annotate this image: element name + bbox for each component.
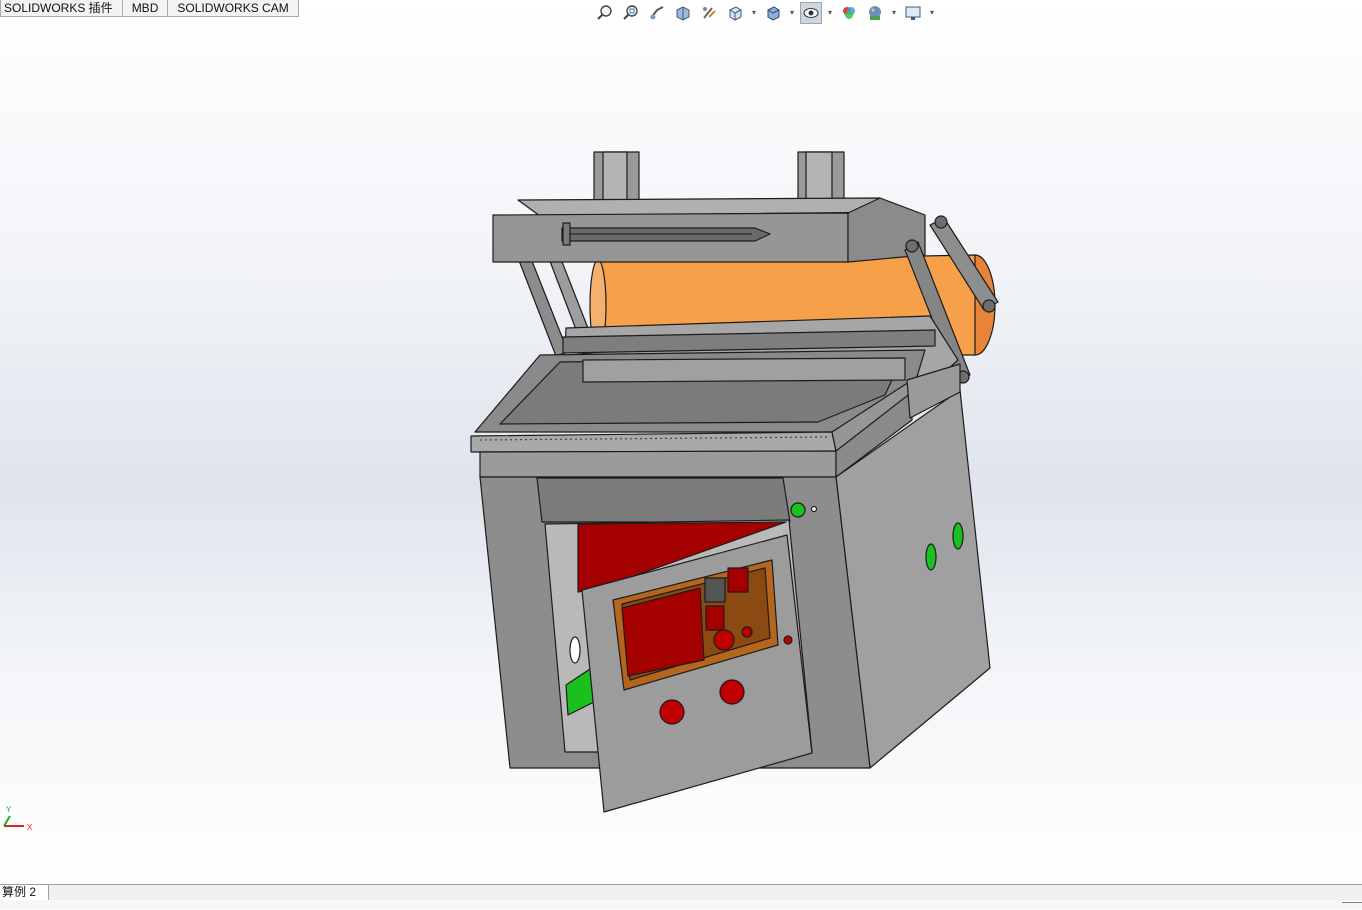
lid-top-assembly <box>492 197 926 263</box>
command-manager-tabs: SOLIDWORKS 插件 MBD SOLIDWORKS CAM <box>0 0 299 18</box>
tab-mbd[interactable]: MBD <box>121 0 169 17</box>
view-settings-icon[interactable] <box>902 2 924 24</box>
coordinate-triad: X Y <box>0 802 40 838</box>
triad-x-label: X <box>27 823 33 832</box>
heads-up-view-toolbar: ▾ ▾ ▾ ▾ ▾ <box>594 1 936 25</box>
vacuum-packaging-machine-model[interactable] <box>0 0 1362 884</box>
edit-appearance-icon[interactable] <box>838 2 860 24</box>
zoom-to-area-icon[interactable] <box>620 2 642 24</box>
status-bar <box>0 900 1362 909</box>
display-style-icon[interactable] <box>762 2 784 24</box>
triad-y-label: Y <box>6 805 12 814</box>
zoom-to-fit-icon[interactable] <box>594 2 616 24</box>
display-style-dropdown-icon[interactable]: ▾ <box>788 2 796 24</box>
previous-view-icon[interactable] <box>646 2 668 24</box>
tab-solidworks-cam[interactable]: SOLIDWORKS CAM <box>167 0 299 17</box>
y-axis-icon <box>3 815 11 827</box>
chimney-right <box>797 151 845 201</box>
apply-scene-dropdown-icon[interactable]: ▾ <box>890 2 898 24</box>
view-orientation-dropdown-icon[interactable]: ▾ <box>750 2 758 24</box>
dynamic-annotation-views-icon[interactable] <box>698 2 720 24</box>
hide-show-dropdown-icon[interactable]: ▾ <box>826 2 834 24</box>
view-settings-dropdown-icon[interactable]: ▾ <box>928 2 936 24</box>
graphics-area[interactable]: SOLIDWORKS 插件 MBD SOLIDWORKS CAM ▾ ▾ ▾ ▾… <box>0 0 1362 884</box>
hide-show-items-icon[interactable] <box>800 2 822 24</box>
tab-study-2[interactable]: 算例 2 <box>0 885 49 900</box>
chimney-left <box>593 151 640 201</box>
apply-scene-icon[interactable] <box>864 2 886 24</box>
view-orientation-icon[interactable] <box>724 2 746 24</box>
section-view-icon[interactable] <box>672 2 694 24</box>
bottom-tab-bar: 算例 2 <box>0 884 1362 900</box>
tab-solidworks-addins[interactable]: SOLIDWORKS 插件 <box>0 0 123 17</box>
